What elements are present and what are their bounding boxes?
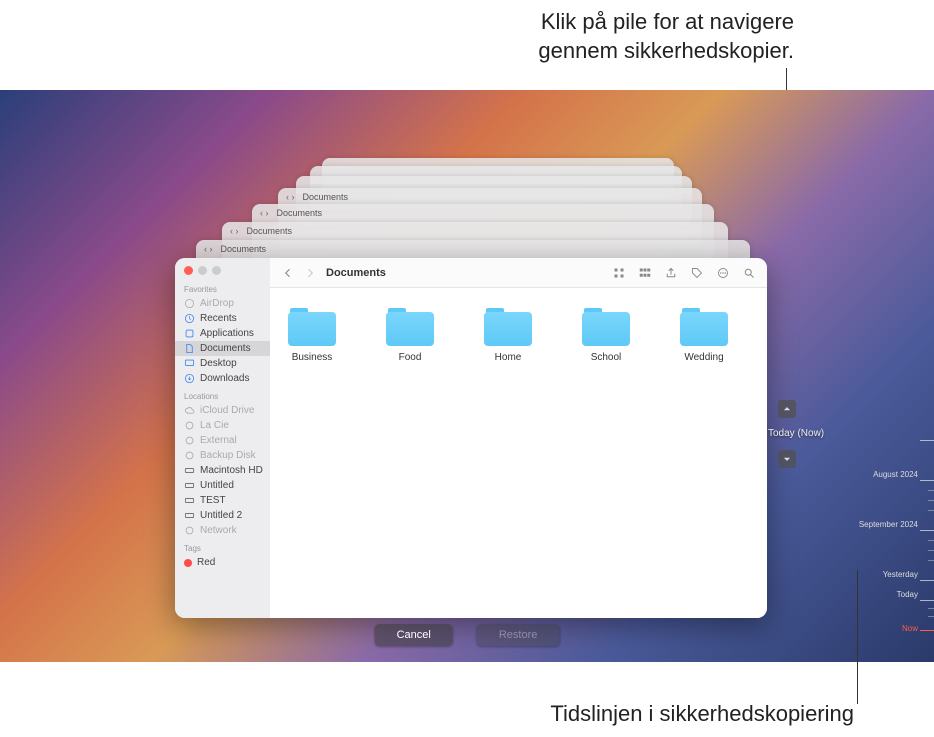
- sidebar-item-network[interactable]: Network: [175, 523, 270, 538]
- backup-timeline[interactable]: August 2024 September 2024 Yesterday Tod…: [874, 330, 934, 662]
- current-backup-label: Today (Now): [768, 428, 824, 439]
- folder-school[interactable]: School: [570, 306, 642, 363]
- timeline-label: Yesterday: [883, 570, 918, 579]
- annotation-top-text: Klik på pile for at navigere gennem sikk…: [538, 8, 794, 65]
- network-icon: [184, 525, 195, 536]
- search-button[interactable]: [741, 265, 757, 281]
- sidebar-item-lacie[interactable]: La Cie: [175, 418, 270, 433]
- window-controls: [175, 258, 270, 279]
- document-icon: [184, 343, 195, 354]
- folder-icon: [482, 306, 534, 348]
- zoom-button[interactable]: [212, 266, 221, 275]
- sidebar-item-downloads[interactable]: Downloads: [175, 371, 270, 386]
- callout-line: [857, 570, 858, 704]
- tag-button[interactable]: [689, 265, 705, 281]
- sidebar-item-test[interactable]: TEST: [175, 493, 270, 508]
- sidebar-item-external[interactable]: External: [175, 433, 270, 448]
- disk-icon: [184, 435, 195, 446]
- desktop-icon: [184, 358, 195, 369]
- nav-down-button[interactable]: [778, 450, 796, 468]
- drive-icon: [184, 495, 195, 506]
- window-title: Documents: [326, 267, 386, 279]
- sidebar-item-recents[interactable]: Recents: [175, 311, 270, 326]
- drive-icon: [184, 480, 195, 491]
- folder-food[interactable]: Food: [374, 306, 446, 363]
- folder-icon: [580, 306, 632, 348]
- sidebar-favorites-header: Favorites: [175, 279, 270, 296]
- folder-icon: [286, 306, 338, 348]
- sidebar-item-applications[interactable]: Applications: [175, 326, 270, 341]
- folder-icon: [384, 306, 436, 348]
- sidebar-item-airdrop[interactable]: AirDrop: [175, 296, 270, 311]
- applications-icon: [184, 328, 195, 339]
- back-button[interactable]: [280, 265, 296, 281]
- clock-icon: [184, 313, 195, 324]
- restore-button[interactable]: Restore: [477, 624, 560, 646]
- folder-wedding[interactable]: Wedding: [668, 306, 740, 363]
- finder-main: Documents Business Food Home School Wedd…: [270, 258, 767, 618]
- folder-icon: [678, 306, 730, 348]
- icon-view-button[interactable]: [611, 265, 627, 281]
- sidebar-item-documents[interactable]: Documents: [175, 341, 270, 356]
- group-button[interactable]: [637, 265, 653, 281]
- desktop-background: ‹ ›Documents ‹ ›Documents ‹ ›Documents ‹…: [0, 90, 934, 662]
- finder-sidebar: Favorites AirDrop Recents Applications D…: [175, 258, 270, 618]
- airdrop-icon: [184, 298, 195, 309]
- forward-button[interactable]: [302, 265, 318, 281]
- close-button[interactable]: [184, 266, 193, 275]
- action-buttons: Cancel Restore: [375, 624, 560, 646]
- timeline-label-now: Now: [902, 624, 918, 633]
- nav-up-button[interactable]: [778, 400, 796, 418]
- downloads-icon: [184, 373, 195, 384]
- timeline-label: August 2024: [873, 470, 918, 479]
- tag-dot-icon: [184, 559, 192, 567]
- cloud-icon: [184, 405, 195, 416]
- sidebar-item-untitled2[interactable]: Untitled 2: [175, 508, 270, 523]
- sidebar-locations-header: Locations: [175, 386, 270, 403]
- annotation-bottom-text: Tidslinjen i sikkerhedskopiering: [550, 701, 854, 727]
- timeline-label: Today: [897, 590, 918, 599]
- sidebar-item-macintoshhd[interactable]: Macintosh HD: [175, 463, 270, 478]
- drive-icon: [184, 465, 195, 476]
- sidebar-item-desktop[interactable]: Desktop: [175, 356, 270, 371]
- disk-icon: [184, 420, 195, 431]
- minimize-button[interactable]: [198, 266, 207, 275]
- finder-window: Favorites AirDrop Recents Applications D…: [175, 258, 767, 618]
- sidebar-item-icloud[interactable]: iCloud Drive: [175, 403, 270, 418]
- sidebar-item-backupdisk[interactable]: Backup Disk: [175, 448, 270, 463]
- cancel-button[interactable]: Cancel: [375, 624, 453, 646]
- finder-toolbar: Documents: [270, 258, 767, 288]
- disk-icon: [184, 450, 195, 461]
- folder-business[interactable]: Business: [276, 306, 348, 363]
- sidebar-tags-header: Tags: [175, 538, 270, 555]
- sidebar-item-untitled[interactable]: Untitled: [175, 478, 270, 493]
- drive-icon: [184, 510, 195, 521]
- sidebar-tag-red[interactable]: Red: [175, 555, 270, 570]
- action-button[interactable]: [715, 265, 731, 281]
- share-button[interactable]: [663, 265, 679, 281]
- timeline-label: September 2024: [859, 520, 918, 529]
- folder-home[interactable]: Home: [472, 306, 544, 363]
- finder-content[interactable]: Business Food Home School Wedding: [270, 288, 767, 618]
